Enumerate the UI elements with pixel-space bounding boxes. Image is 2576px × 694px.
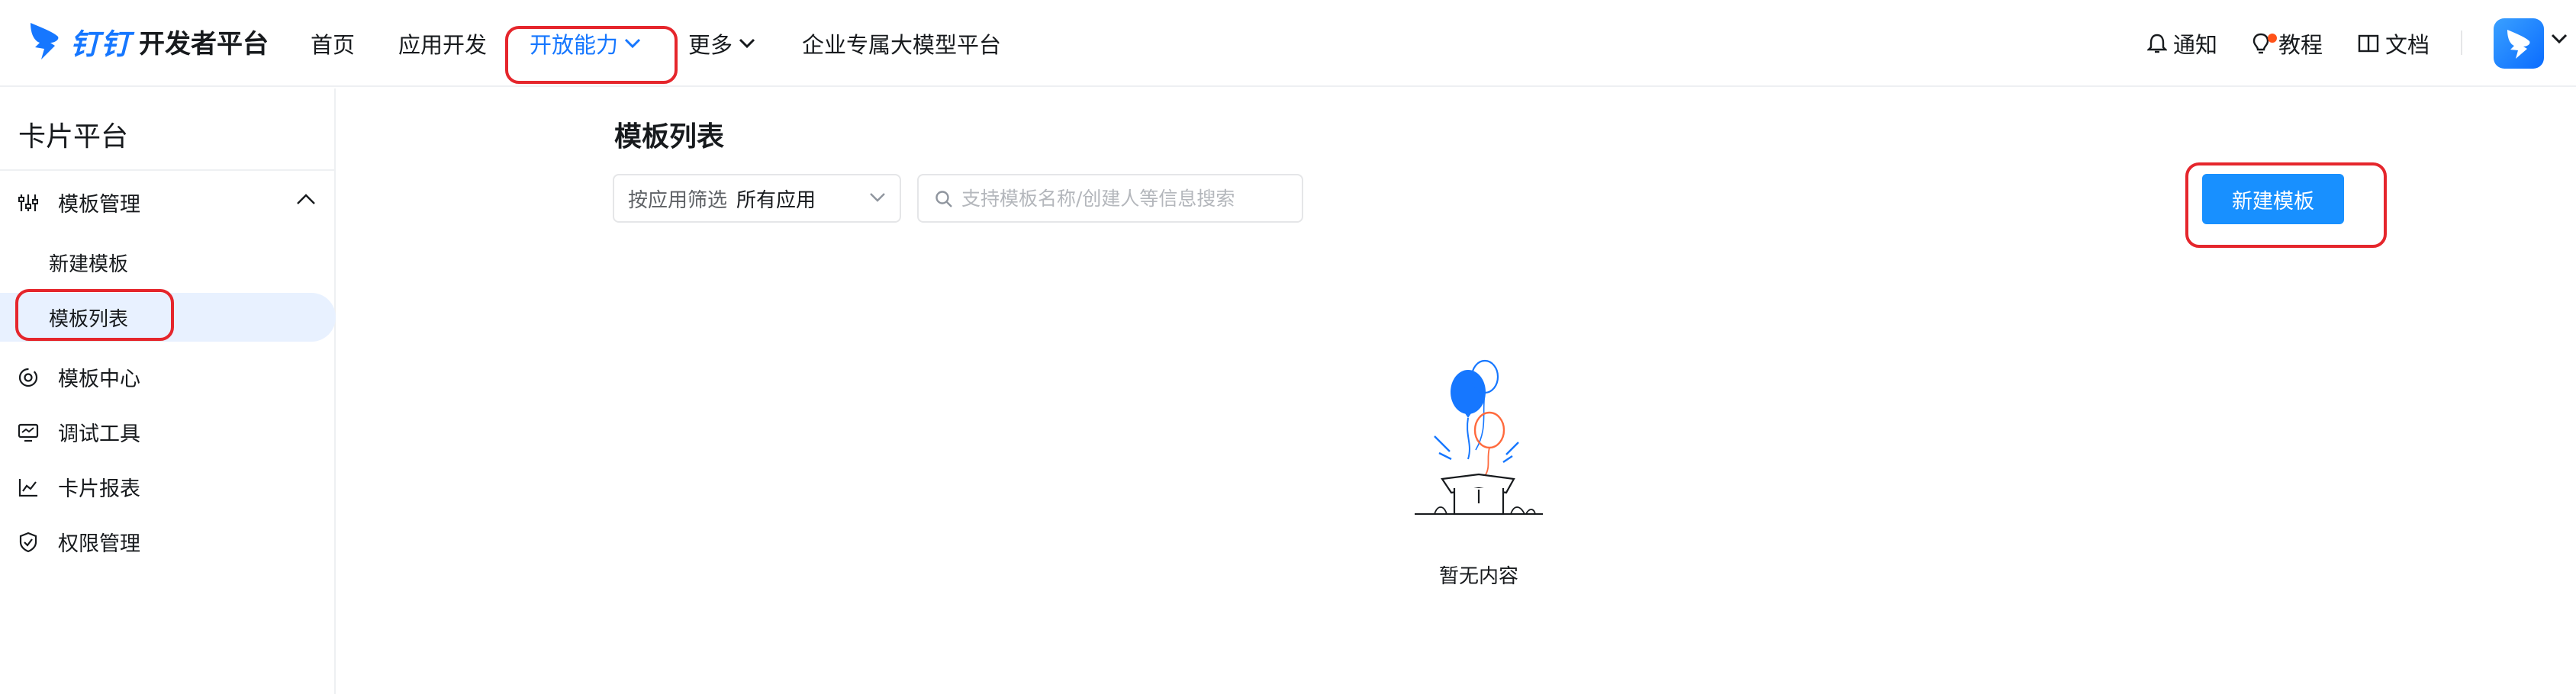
sidebar-subitem-label: 新建模板 [49,252,129,276]
brand-name: 钉钉 [70,27,132,61]
chevron-down-icon [739,38,755,49]
nav-home-label: 首页 [311,32,356,58]
nav-enterprise-llm-platform-label: 企业专属大模型平台 [802,32,1002,58]
chevron-down-icon [870,193,885,202]
template-center-icon [18,368,38,387]
filter-selected-value: 所有应用 [736,188,816,212]
nav-enterprise-llm-platform[interactable]: 企业专属大模型平台 [802,26,1001,61]
sidebar-item-template-management[interactable]: 模板管理 [0,178,334,227]
docs-label: 文档 [2385,32,2430,58]
nav-app-development[interactable]: 应用开发 [398,26,487,61]
tutorial-icon-wrap [2251,32,2277,55]
monitor-icon [18,423,39,442]
sidebar-divider [0,169,334,171]
dingtalk-bird-icon [31,23,59,59]
sidebar-item-label: 模板管理 [58,192,140,217]
dingtalk-logo[interactable]: 钉钉 开发者平台 [27,18,269,64]
page-title: 模板列表 [614,121,725,153]
avatar[interactable] [2494,18,2544,69]
line-chart-icon [18,479,37,497]
bell-icon [2147,34,2167,53]
sidebar-item-permission-management[interactable]: 权限管理 [0,517,334,566]
highlight-box-create-template [2185,162,2387,248]
search-input[interactable] [961,183,1290,214]
app-filter-select[interactable]: 按应用筛选 所有应用 [613,174,901,223]
sidebar: 卡片平台 模板管理 新建模板 模板列表 模板中心 调试工具 卡片报表 权限管理 [0,88,336,694]
chevron-up-icon [297,194,315,204]
notifications-label: 通知 [2173,32,2218,58]
nav-home[interactable]: 首页 [311,26,355,61]
nav-more-label: 更多 [688,32,733,58]
brand-suffix: 开发者平台 [139,28,269,59]
sidebar-subitem-new-template[interactable]: 新建模板 [0,238,334,287]
nav-app-development-label: 应用开发 [398,32,488,58]
header-divider [2461,31,2462,55]
dingtalk-avatar-icon [2507,30,2530,59]
sidebar-item-label: 调试工具 [58,422,140,446]
top-navigation-bar: 钉钉 开发者平台 首页 应用开发 开放能力 更多 企业专属大模型平台 通知 教程… [0,0,2576,87]
orange-balloon [1473,411,1505,449]
empty-state-text: 暂无内容 [1438,565,1518,588]
sidebar-item-template-center[interactable]: 模板中心 [0,352,334,401]
docs-link[interactable]: 文档 [2358,26,2429,61]
tutorial-link[interactable]: 教程 [2251,26,2323,61]
sidebar-item-debug-tools[interactable]: 调试工具 [0,407,334,456]
filter-label: 按应用筛选 [628,188,728,212]
search-icon [935,191,952,207]
sidebar-item-label: 权限管理 [58,532,140,556]
empty-state-illustration [1415,359,1543,516]
notifications-link[interactable]: 通知 [2147,26,2217,61]
unread-dot [2268,34,2277,43]
sidebar-item-label: 模板中心 [58,367,140,391]
template-search-box[interactable] [917,174,1303,223]
chevron-down-icon[interactable] [2551,34,2568,44]
highlight-box-template-list [15,289,174,341]
sidebar-title: 卡片平台 [18,121,129,153]
shield-icon [19,532,37,553]
sidebar-item-label: 卡片报表 [58,477,140,501]
tutorial-label: 教程 [2278,32,2323,58]
book-icon [2358,34,2379,53]
nav-more[interactable]: 更多 [688,26,755,61]
sliders-icon [18,194,38,211]
sidebar-item-card-reports[interactable]: 卡片报表 [0,462,334,511]
highlight-box-nav-open-capabilities [505,26,678,84]
